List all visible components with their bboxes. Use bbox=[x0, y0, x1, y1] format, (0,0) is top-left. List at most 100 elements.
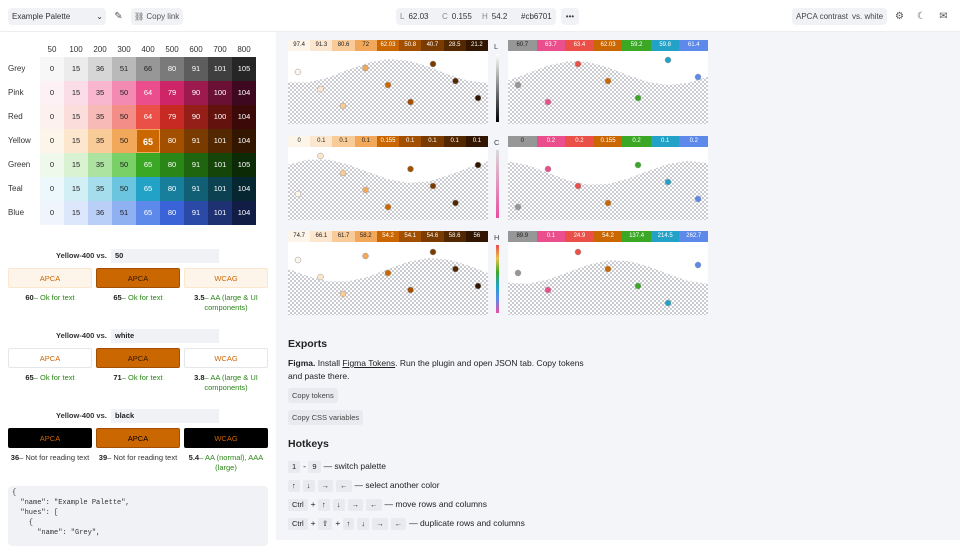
color-point[interactable] bbox=[604, 265, 612, 273]
color-point[interactable] bbox=[384, 269, 392, 277]
lch-chart[interactable]: 74.7 66.1 61.7 58.2 54.2 54.1 54.6 58.6 56 bbox=[288, 231, 488, 315]
color-point[interactable] bbox=[362, 186, 369, 194]
swatch-cell[interactable]: 50 bbox=[112, 153, 136, 177]
swatch-cell[interactable]: 36 bbox=[88, 201, 112, 225]
swatch-cell[interactable]: 101 bbox=[208, 129, 232, 153]
swatch-cell[interactable]: 15 bbox=[64, 153, 88, 177]
comparison-against-input[interactable]: white bbox=[111, 329, 219, 343]
apca-contrast-toggle[interactable]: APCA contrast bbox=[792, 8, 853, 25]
color-point[interactable] bbox=[574, 248, 582, 256]
color-point[interactable] bbox=[664, 299, 672, 307]
chroma-input[interactable]: C 0.155 bbox=[438, 8, 478, 25]
color-point[interactable] bbox=[664, 178, 672, 186]
lch-chart[interactable]: 89.9 0.1 24.9 54.2 137.4 214.5 262.7 bbox=[508, 231, 709, 315]
color-point[interactable] bbox=[574, 60, 582, 68]
swatch-cell[interactable]: 104 bbox=[232, 81, 256, 105]
color-point[interactable] bbox=[317, 85, 324, 93]
swatch-cell[interactable]: 100 bbox=[208, 81, 232, 105]
swatch-cell[interactable]: 105 bbox=[232, 153, 256, 177]
swatch-cell[interactable]: 65 bbox=[136, 129, 160, 153]
color-point[interactable] bbox=[339, 169, 347, 177]
color-point[interactable] bbox=[544, 165, 552, 173]
color-point[interactable] bbox=[544, 98, 552, 106]
color-point[interactable] bbox=[362, 252, 369, 260]
swatch-cell[interactable]: 0 bbox=[40, 129, 64, 153]
color-point[interactable] bbox=[514, 203, 522, 211]
lch-chart[interactable]: 60.7 63.7 63.4 62.03 59.2 59.8 61.4 bbox=[508, 40, 709, 124]
swatch-cell[interactable]: 36 bbox=[88, 57, 112, 81]
color-point[interactable] bbox=[694, 73, 702, 81]
copy-tokens-button[interactable]: Copy tokens bbox=[288, 388, 338, 403]
swatch-cell[interactable]: 15 bbox=[64, 105, 88, 129]
color-point[interactable] bbox=[429, 182, 437, 190]
swatch-cell[interactable]: 91 bbox=[184, 129, 208, 153]
swatch-cell[interactable]: 79 bbox=[160, 105, 184, 129]
color-point[interactable] bbox=[384, 203, 392, 211]
color-point[interactable] bbox=[407, 98, 414, 106]
color-point[interactable] bbox=[694, 195, 702, 203]
color-point[interactable] bbox=[474, 282, 482, 290]
swatch-cell[interactable]: 101 bbox=[208, 57, 232, 81]
color-point[interactable] bbox=[474, 94, 482, 102]
color-point[interactable] bbox=[317, 152, 324, 160]
swatch-cell[interactable]: 104 bbox=[232, 201, 256, 225]
swatch-cell[interactable]: 64 bbox=[136, 105, 160, 129]
color-point[interactable] bbox=[429, 248, 437, 256]
comparison-against-input[interactable]: black bbox=[111, 409, 219, 423]
swatch-cell[interactable]: 105 bbox=[232, 57, 256, 81]
comparison-against-input[interactable]: 50 bbox=[111, 249, 219, 263]
palette-select[interactable]: Example Palette ⌄ bbox=[8, 8, 106, 25]
swatch-cell[interactable]: 101 bbox=[208, 153, 232, 177]
swatch-cell[interactable]: 80 bbox=[160, 201, 184, 225]
color-point[interactable] bbox=[604, 77, 612, 85]
swatch-cell[interactable]: 66 bbox=[136, 57, 160, 81]
swatch-cell[interactable]: 15 bbox=[64, 177, 88, 201]
swatch-cell[interactable]: 15 bbox=[64, 201, 88, 225]
hex-input[interactable]: #cb6701 bbox=[516, 8, 556, 25]
swatch-cell[interactable]: 91 bbox=[184, 153, 208, 177]
swatch-cell[interactable]: 50 bbox=[112, 81, 136, 105]
color-point[interactable] bbox=[544, 286, 552, 294]
color-point[interactable] bbox=[317, 273, 324, 281]
color-point[interactable] bbox=[294, 256, 302, 264]
swatch-cell[interactable]: 80 bbox=[160, 177, 184, 201]
color-point[interactable] bbox=[634, 282, 642, 290]
swatch-cell[interactable]: 15 bbox=[64, 57, 88, 81]
color-point[interactable] bbox=[664, 56, 672, 64]
color-point[interactable] bbox=[452, 265, 459, 273]
swatch-cell[interactable]: 80 bbox=[160, 153, 184, 177]
swatch-cell[interactable]: 35 bbox=[88, 153, 112, 177]
swatch-cell[interactable]: 51 bbox=[112, 57, 136, 81]
lch-chart[interactable]: 0 0.2 0.2 0.155 0.2 0.1 0.2 bbox=[508, 136, 709, 220]
json-preview[interactable]: { "name": "Example Palette", "hues": [ {… bbox=[8, 486, 268, 546]
color-point[interactable] bbox=[514, 269, 522, 277]
color-point[interactable] bbox=[362, 64, 369, 72]
hue-input[interactable]: H 54.2 bbox=[478, 8, 516, 25]
color-point[interactable] bbox=[452, 77, 459, 85]
lch-chart[interactable]: 0 0.1 0.1 0.1 0.155 0.1 0.1 0.1 0.1 bbox=[288, 136, 488, 220]
edit-icon[interactable]: ✎ bbox=[110, 8, 127, 25]
swatch-cell[interactable]: 100 bbox=[208, 105, 232, 129]
swatch-cell[interactable]: 35 bbox=[88, 129, 112, 153]
swatch-cell[interactable]: 79 bbox=[160, 81, 184, 105]
figma-tokens-link[interactable]: Figma Tokens bbox=[342, 358, 395, 368]
color-point[interactable] bbox=[384, 81, 392, 89]
gear-icon[interactable]: ⚙ bbox=[891, 8, 908, 25]
color-point[interactable] bbox=[634, 161, 642, 169]
swatch-cell[interactable]: 91 bbox=[184, 201, 208, 225]
swatch-cell[interactable]: 35 bbox=[88, 81, 112, 105]
lch-chart[interactable]: 97.4 91.3 80.6 72 62.03 50.8 40.7 28.5 21.2 bbox=[288, 40, 488, 124]
contrast-against-select[interactable]: vs. white bbox=[848, 8, 888, 25]
color-point[interactable] bbox=[407, 286, 414, 294]
swatch-cell[interactable]: 65 bbox=[136, 201, 160, 225]
swatch-cell[interactable]: 50 bbox=[112, 105, 136, 129]
copy-link-button[interactable]: ⛓ Copy link bbox=[131, 8, 183, 25]
swatch-cell[interactable]: 0 bbox=[40, 57, 64, 81]
swatch-cell[interactable]: 50 bbox=[112, 177, 136, 201]
color-point[interactable] bbox=[474, 161, 482, 169]
swatch-cell[interactable]: 80 bbox=[160, 57, 184, 81]
swatch-cell[interactable]: 101 bbox=[208, 177, 232, 201]
copy-css-button[interactable]: Copy CSS variables bbox=[288, 410, 364, 425]
color-point[interactable] bbox=[514, 81, 522, 89]
swatch-cell[interactable]: 104 bbox=[232, 177, 256, 201]
